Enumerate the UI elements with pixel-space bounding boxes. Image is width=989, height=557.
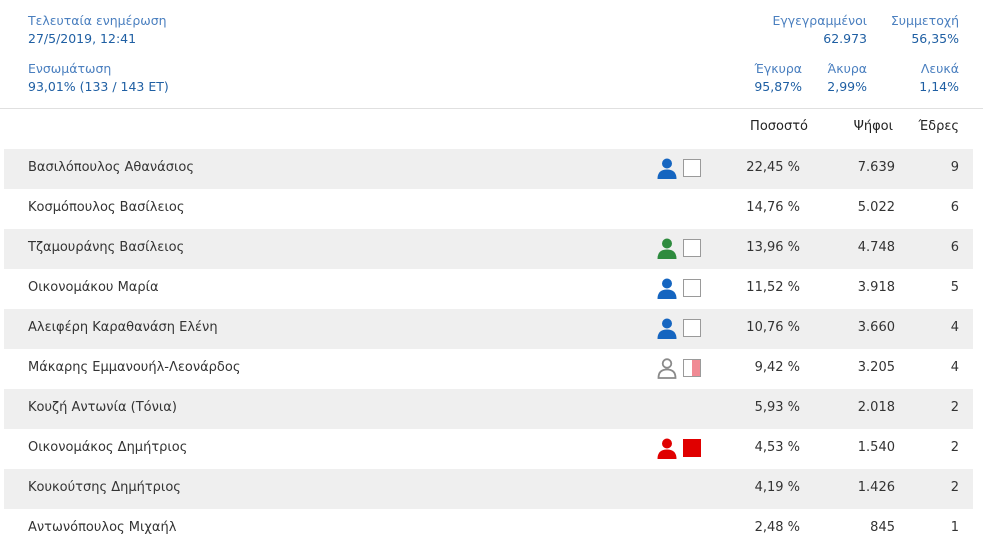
blank: Λευκά 1,14% — [919, 60, 959, 96]
person-icon — [656, 277, 678, 299]
status-box-icon — [683, 359, 701, 377]
candidate-name: Μάκαρης Εμμανουήλ-Λεονάρδος — [28, 360, 241, 375]
table-row[interactable]: Μάκαρης Εμμανουήλ-Λεονάρδος 9,42 % 3.205 4 — [4, 349, 973, 389]
integration: Ενσωμάτωση 93,01% (133 / 143 ΕΤ) — [28, 60, 169, 96]
invalid: Άκυρα 2,99% — [827, 60, 867, 96]
votes-value: 3.205 — [857, 360, 895, 375]
table-row[interactable]: Βασιλόπουλος Αθανάσιος 22,45 % 7.639 9 — [4, 149, 973, 189]
registered-label: Εγγεγραμμένοι — [772, 13, 867, 28]
seats-value: 4 — [950, 360, 959, 375]
table-row[interactable]: Αντωνόπουλος Μιχαήλ 2,48 % 845 1 — [4, 509, 973, 549]
last-update: Τελευταία ενημέρωση 27/5/2019, 12:41 — [28, 12, 167, 48]
status-box-icon — [683, 239, 701, 257]
percent-value: 2,48 % — [754, 520, 800, 535]
seats-value: 2 — [950, 440, 959, 455]
status-box-icon — [683, 439, 701, 457]
invalid-label: Άκυρα — [827, 61, 867, 76]
table-row[interactable]: Τζαμουράνης Βασίλειος 13,96 % 4.748 6 — [4, 229, 973, 269]
votes-value: 845 — [870, 520, 895, 535]
percent-value: 5,93 % — [754, 400, 800, 415]
seats-value: 6 — [950, 200, 959, 215]
last-update-label: Τελευταία ενημέρωση — [28, 13, 167, 28]
seats-value: 9 — [950, 160, 959, 175]
votes-value: 3.660 — [857, 320, 895, 335]
votes-value: 1.426 — [857, 480, 895, 495]
candidate-name: Αντωνόπουλος Μιχαήλ — [28, 520, 177, 535]
percent-value: 4,19 % — [754, 480, 800, 495]
votes-value: 7.639 — [857, 160, 895, 175]
person-icon — [656, 237, 678, 259]
percent-value: 4,53 % — [754, 440, 800, 455]
invalid-value: 2,99% — [827, 79, 867, 94]
registered-value: 62.973 — [823, 31, 867, 46]
blank-label: Λευκά — [920, 61, 959, 76]
percent-value: 13,96 % — [746, 240, 800, 255]
person-icon — [656, 437, 678, 459]
table-row[interactable]: Κουκούτσης Δημήτριος 4,19 % 1.426 2 — [4, 469, 973, 509]
column-header-seats[interactable]: Έδρες — [918, 119, 959, 134]
column-header-votes[interactable]: Ψήφοι — [854, 119, 893, 134]
column-header-percent[interactable]: Ποσοστό — [750, 119, 808, 134]
candidate-name: Κουζή Αντωνία (Τόνια) — [28, 400, 177, 415]
person-icon — [656, 317, 678, 339]
registered: Εγγεγραμμένοι 62.973 — [772, 12, 867, 48]
percent-value: 14,76 % — [746, 200, 800, 215]
candidate-name: Τζαμουράνης Βασίλειος — [28, 240, 185, 255]
votes-value: 4.748 — [857, 240, 895, 255]
percent-value: 9,42 % — [754, 360, 800, 375]
valid: Έγκυρα 95,87% — [754, 60, 802, 96]
turnout: Συμμετοχή 56,35% — [891, 12, 959, 48]
votes-value: 3.918 — [857, 280, 895, 295]
percent-value: 10,76 % — [746, 320, 800, 335]
blank-value: 1,14% — [919, 79, 959, 94]
turnout-label: Συμμετοχή — [890, 13, 959, 28]
person-icon — [656, 357, 678, 379]
candidate-name: Οικονομάκος Δημήτριος — [28, 440, 188, 455]
table-row[interactable]: Κουζή Αντωνία (Τόνια) 5,93 % 2.018 2 — [4, 389, 973, 429]
percent-value: 11,52 % — [746, 280, 800, 295]
candidate-name: Οικονομάκου Μαρία — [28, 280, 159, 295]
status-box-icon — [683, 159, 701, 177]
seats-value: 1 — [950, 520, 959, 535]
results-header: Τελευταία ενημέρωση 27/5/2019, 12:41 Ενσ… — [0, 0, 983, 109]
seats-value: 5 — [950, 280, 959, 295]
seats-value: 2 — [950, 400, 959, 415]
percent-value: 22,45 % — [746, 160, 800, 175]
seats-value: 2 — [950, 480, 959, 495]
integration-value: 93,01% (133 / 143 ΕΤ) — [28, 79, 169, 94]
votes-value: 1.540 — [857, 440, 895, 455]
table-row[interactable]: Οικονομάκος Δημήτριος 4,53 % 1.540 2 — [4, 429, 973, 469]
table-row[interactable]: Αλειφέρη Καραθανάση Ελένη 10,76 % 3.660 4 — [4, 309, 973, 349]
person-icon — [656, 157, 678, 179]
table-row[interactable]: Οικονομάκου Μαρία 11,52 % 3.918 5 — [4, 269, 973, 309]
candidate-name: Βασιλόπουλος Αθανάσιος — [28, 160, 194, 175]
status-box-icon — [683, 319, 701, 337]
last-update-value: 27/5/2019, 12:41 — [28, 31, 137, 46]
seats-value: 6 — [950, 240, 959, 255]
valid-label: Έγκυρα — [754, 61, 803, 76]
turnout-value: 56,35% — [911, 31, 959, 46]
candidate-name: Κοσμόπουλος Βασίλειος — [28, 200, 185, 215]
table-row[interactable]: Κοσμόπουλος Βασίλειος 14,76 % 5.022 6 — [4, 189, 973, 229]
seats-value: 4 — [950, 320, 959, 335]
valid-value: 95,87% — [754, 79, 802, 94]
votes-value: 2.018 — [857, 400, 895, 415]
votes-value: 5.022 — [857, 200, 895, 215]
candidate-name: Αλειφέρη Καραθανάση Ελένη — [28, 320, 218, 335]
results-table: Βασιλόπουλος Αθανάσιος 22,45 % 7.639 9 Κοσμό… — [4, 149, 973, 549]
integration-label: Ενσωμάτωση — [28, 61, 112, 76]
status-box-icon — [683, 279, 701, 297]
candidate-name: Κουκούτσης Δημήτριος — [28, 480, 181, 495]
